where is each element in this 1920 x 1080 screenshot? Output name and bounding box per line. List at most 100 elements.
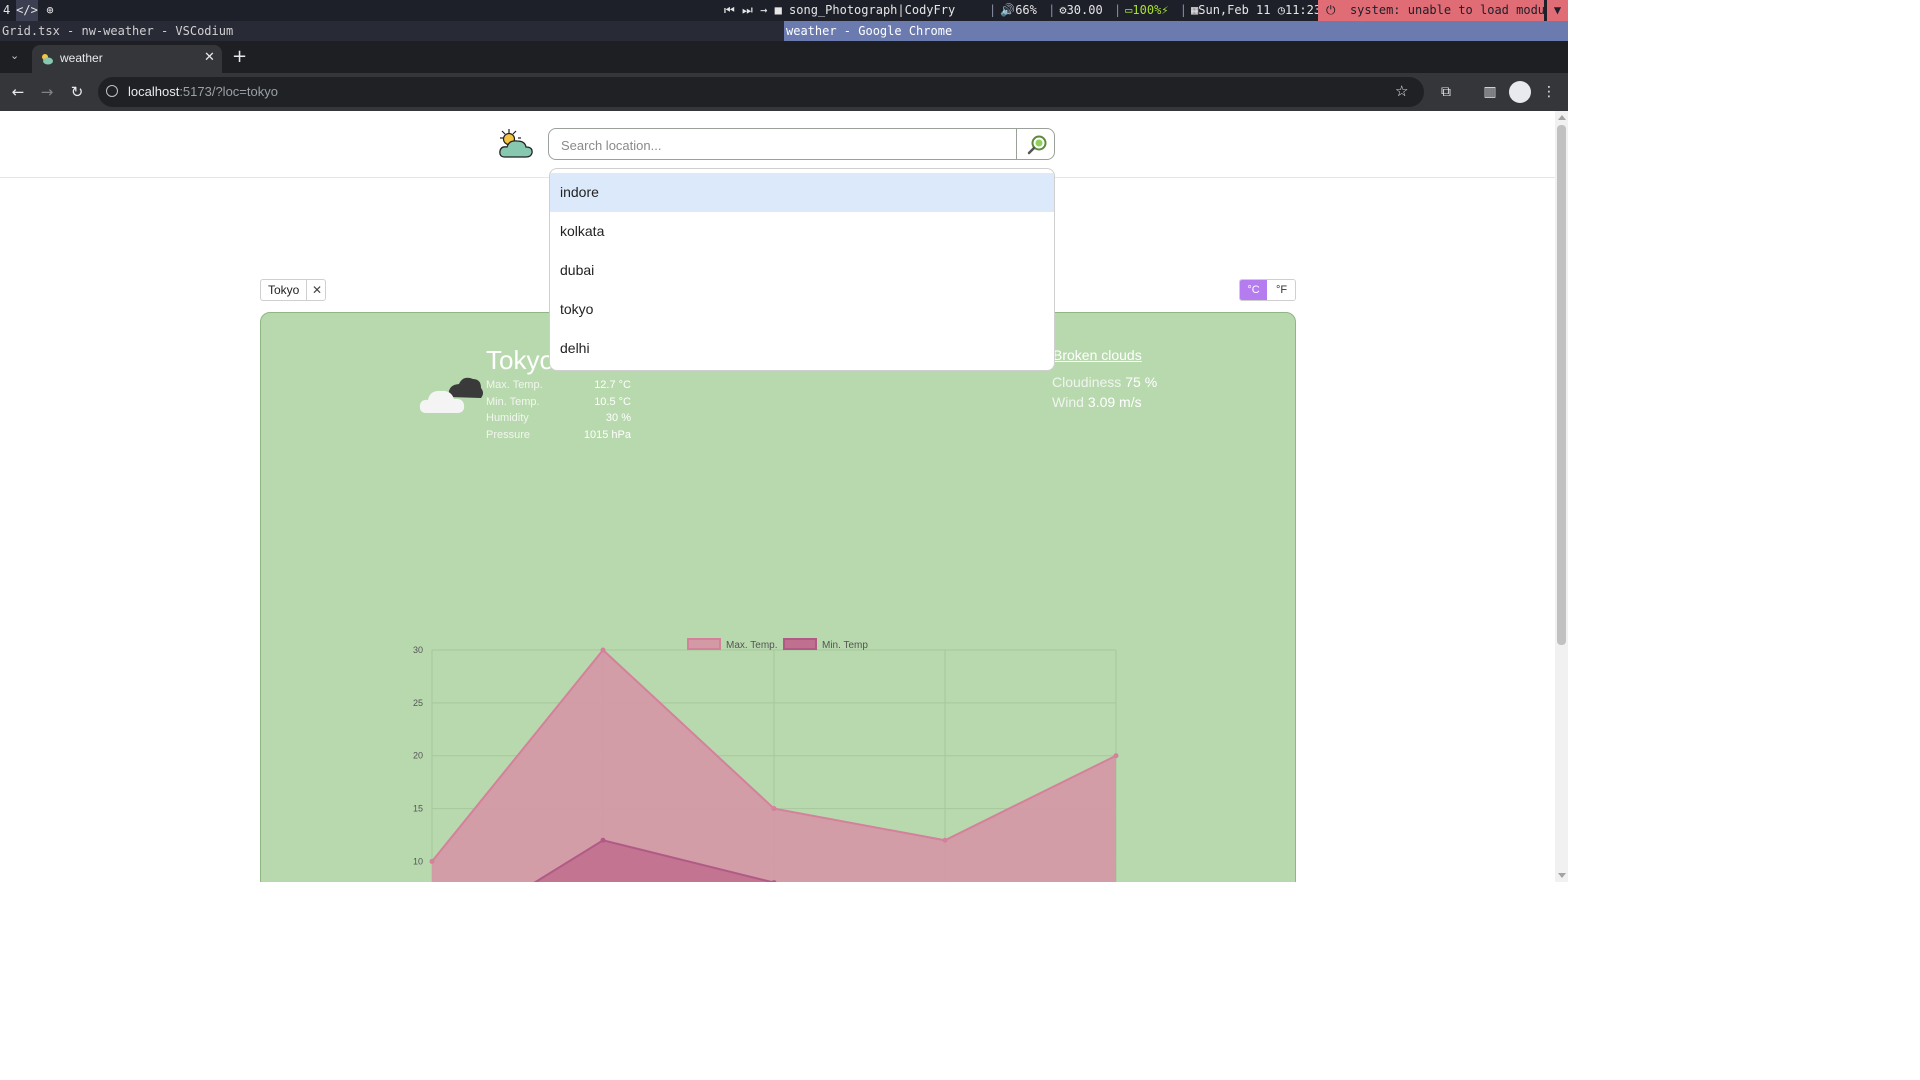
forward-icon[interactable]: → <box>760 3 767 17</box>
stat-value: 1015 hPa <box>583 428 631 441</box>
power-icon: ⏻ <box>1326 3 1336 17</box>
suggestion-item[interactable]: delhi <box>550 329 1054 368</box>
suggestion-item[interactable]: tokyo <box>550 290 1054 329</box>
search-field[interactable] <box>548 128 1055 160</box>
browser-tab-weather[interactable]: weather ✕ <box>32 45 222 73</box>
celsius-button[interactable]: °C <box>1240 280 1267 300</box>
legend-label: Min. Temp <box>822 640 868 651</box>
legend-swatch <box>687 638 721 650</box>
location-tag: Tokyo ✕ <box>260 279 326 301</box>
wind-value: 3.09 m/s <box>1087 394 1142 410</box>
fahrenheit-button[interactable]: °F <box>1268 280 1295 300</box>
max-temp-point <box>600 647 606 653</box>
max-temp-point <box>942 837 948 843</box>
city-name: Tokyo <box>486 345 554 375</box>
suggestion-item[interactable]: dubai <box>550 251 1054 290</box>
menu-kebab-icon[interactable]: ⋮ <box>1540 83 1558 101</box>
bookmark-star-icon[interactable]: ☆ <box>1395 82 1408 100</box>
time-text: 11:23 <box>1284 3 1322 17</box>
cloudiness-label: Cloudiness <box>1052 374 1122 390</box>
tab-title: weather <box>60 51 103 65</box>
volume-icon[interactable]: 🔊 <box>1000 3 1015 17</box>
side-panel-icon[interactable]: ▥ <box>1481 83 1499 101</box>
stat-label: Pressure <box>486 428 531 441</box>
url-host: localhost <box>128 84 180 99</box>
tab-search-chevron-icon[interactable]: ⌄ <box>10 49 24 63</box>
error-notification[interactable]: ⏻ system: unable to load module <box>1318 0 1559 21</box>
legend-label: Max. Temp. <box>726 640 778 651</box>
legend-swatch <box>783 638 817 650</box>
media-controls[interactable]: ⏮ ⏭ → ■ song_Photograph|CodyFry <box>724 0 955 21</box>
system-status-bar: 4 </> ⊕ ⏮ ⏭ → ■ song_Photograph|CodyFry … <box>0 0 1568 21</box>
weather-stats: Max. Temp. 12.7 °C Min. Temp. 10.5 °C Humi… <box>486 379 631 445</box>
url-text[interactable]: localhost:5173/?loc=tokyo <box>128 84 278 99</box>
forward-arrow-icon[interactable]: → <box>37 82 57 102</box>
browser-tab-strip: ⌄ weather ✕ + <box>0 41 1568 73</box>
stat-value: 30 % <box>605 412 631 424</box>
weather-favicon-icon <box>42 54 53 65</box>
next-track-icon[interactable]: ⏭ <box>742 3 753 17</box>
max-temp-point <box>429 858 435 864</box>
scroll-up-arrow-icon[interactable] <box>1558 115 1566 120</box>
weather-logo-icon <box>499 129 533 158</box>
volume-value: 66% <box>1015 3 1037 17</box>
system-indicators: | 🔊66% | ⚙30.00 | ▭100%⚡ | ▦Sun,Feb 11 ◷11:2… <box>989 3 1322 17</box>
globe-icon[interactable]: ⊕ <box>42 0 58 21</box>
remove-tag-close-icon[interactable]: ✕ <box>306 280 327 300</box>
unit-toggle: °C °F <box>1239 279 1296 301</box>
stat-value: 10.5 °C <box>594 395 631 408</box>
back-arrow-icon[interactable]: ← <box>8 82 28 102</box>
y-tick-label: 15 <box>413 804 423 814</box>
charging-icon: ⚡ <box>1161 3 1169 17</box>
stat-row: Pressure 1015 hPa <box>486 429 631 446</box>
y-tick-label: 30 <box>413 645 423 655</box>
browser-toolbar: ← → ↻ localhost:5173/?loc=tokyo ☆ ⧉ ▥ ⋮ <box>0 73 1568 111</box>
extensions-icon[interactable]: ⧉ <box>1437 83 1455 101</box>
weather-condition-link[interactable]: Broken clouds <box>1053 347 1142 363</box>
max-temp-point <box>1113 753 1119 759</box>
stat-label: Max. Temp. <box>486 379 543 391</box>
address-bar[interactable]: localhost:5173/?loc=tokyo ☆ <box>98 77 1424 107</box>
weather-extra: Cloudiness 75 % Wind 3.09 m/s <box>1052 374 1157 414</box>
max-temp-point <box>771 806 777 812</box>
stop-icon[interactable]: ■ <box>775 3 782 17</box>
now-playing-text: song_Photograph|CodyFry <box>789 3 956 17</box>
y-tick-label: 10 <box>413 856 423 866</box>
location-tag-label: Tokyo <box>268 283 300 297</box>
fan-value: 30.00 <box>1066 3 1103 17</box>
error-text: system: unable to load module <box>1349 3 1560 17</box>
fan-icon: ⚙ <box>1059 3 1067 17</box>
workspace-number[interactable]: 4 <box>3 0 17 21</box>
wifi-icon[interactable]: ▼ <box>1547 0 1568 21</box>
stat-value: 12.7 °C <box>594 379 631 391</box>
suggestion-item[interactable]: indore <box>550 173 1054 212</box>
inactive-window-title[interactable]: Grid.tsx - nw-weather - VSCodium <box>2 21 233 41</box>
active-window-title[interactable]: weather - Google Chrome <box>784 21 1568 41</box>
profile-avatar-icon[interactable] <box>1509 81 1531 103</box>
stat-row: Humidity 30 % <box>486 412 631 429</box>
scroll-down-arrow-icon[interactable] <box>1558 873 1566 878</box>
site-info-icon[interactable] <box>106 85 118 97</box>
scrollbar-thumb[interactable] <box>1557 125 1566 645</box>
wind-label: Wind <box>1052 394 1084 410</box>
stat-row: Max. Temp. 12.7 °C <box>486 379 631 396</box>
search-icon <box>1027 135 1047 155</box>
new-tab-icon[interactable]: + <box>232 46 247 67</box>
stat-row: Min. Temp. 10.5 °C <box>486 396 631 413</box>
search-input[interactable] <box>559 133 1013 157</box>
cloudiness-value: 75 % <box>1125 374 1158 390</box>
code-icon[interactable]: </> <box>16 0 38 21</box>
page-scrollbar[interactable] <box>1555 111 1568 882</box>
reload-icon[interactable]: ↻ <box>67 82 87 102</box>
clock-icon: ◷ <box>1277 3 1285 17</box>
previous-track-icon[interactable]: ⏮ <box>724 3 735 17</box>
url-path: :5173/?loc=tokyo <box>179 84 278 99</box>
battery-value: 100% <box>1132 3 1162 17</box>
tab-close-icon[interactable]: ✕ <box>204 50 215 65</box>
stat-label: Min. Temp. <box>486 395 540 408</box>
temperature-chart: -5051015202530AmsterdamAthensBarcelonaBe… <box>413 638 1119 882</box>
search-button[interactable] <box>1016 129 1055 159</box>
date-text: Sun,Feb 11 <box>1198 3 1271 17</box>
suggestion-item[interactable]: kolkata <box>550 212 1054 251</box>
y-tick-label: 20 <box>413 751 423 761</box>
